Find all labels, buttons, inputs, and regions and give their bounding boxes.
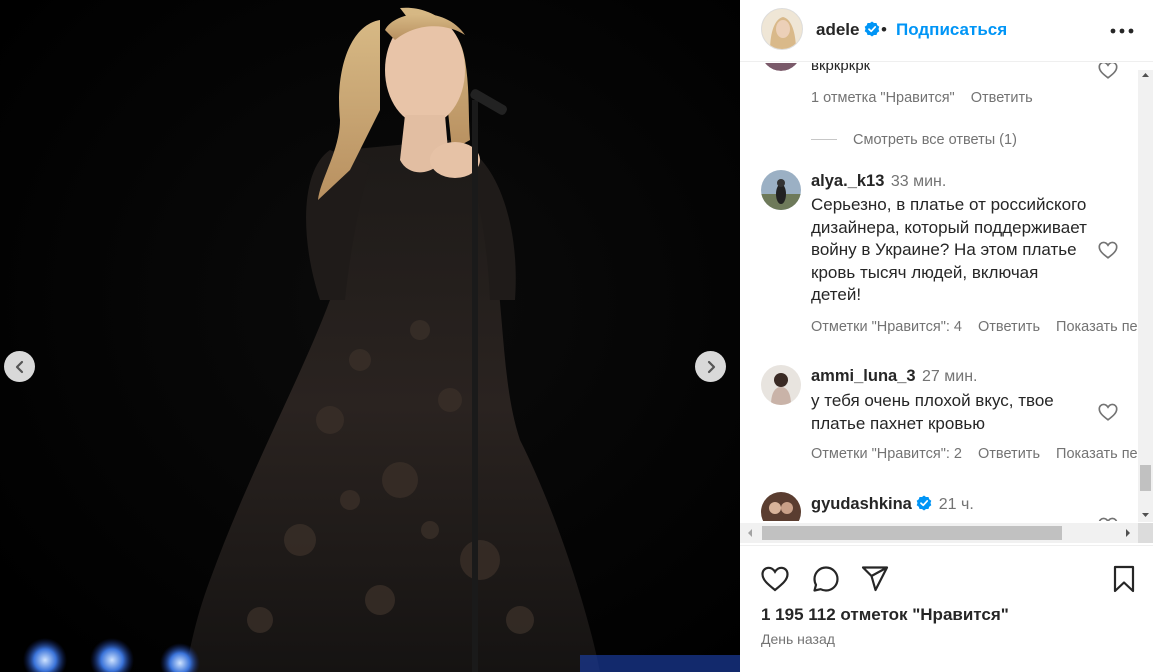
heart-icon[interactable]	[1097, 401, 1119, 423]
post-actions: 1 195 112 отметок "Нравится" День назад	[740, 545, 1153, 672]
post-timestamp[interactable]: День назад	[761, 631, 835, 647]
comment-icon[interactable]	[811, 564, 841, 594]
comment-likes[interactable]: Отметки "Нравится": 4	[811, 319, 962, 335]
comment-header: alya._k13 33 мин.	[811, 172, 946, 191]
heart-icon[interactable]	[760, 564, 790, 594]
chevron-left-icon	[15, 360, 23, 373]
next-photo-button[interactable]	[695, 351, 726, 382]
verified-icon	[917, 495, 932, 511]
avatar[interactable]	[761, 492, 801, 521]
reply-button[interactable]: Ответить	[978, 446, 1040, 462]
comment-text: у тебя очень плохой вкус, твое платье па…	[811, 391, 1054, 433]
post-media	[0, 0, 740, 672]
post-photo	[0, 0, 740, 672]
reply-button[interactable]: Ответить	[978, 319, 1040, 335]
comment-header: gyudashkina 21 ч.	[811, 495, 974, 514]
comment-time[interactable]: 33 мин.	[891, 173, 946, 190]
comment-username[interactable]: ammi_luna_3	[811, 367, 916, 385]
comment-time[interactable]: 21 ч.	[939, 496, 974, 513]
comment-time[interactable]: 27 мин.	[922, 368, 977, 385]
heart-icon[interactable]	[1097, 239, 1119, 261]
share-icon[interactable]	[860, 564, 890, 594]
comment-username[interactable]: gyudashkina	[811, 495, 912, 513]
previous-photo-button[interactable]	[4, 351, 35, 382]
comment-meta: Отметки "Нравится": 4 Ответить Показать …	[811, 319, 1153, 335]
verified-icon	[864, 21, 880, 37]
avatar[interactable]	[761, 365, 801, 405]
post-side-panel: adele • Подписаться вкркркрк 1 отметка "…	[740, 0, 1153, 672]
post-header: adele • Подписаться	[740, 0, 1153, 62]
comment-emoji	[811, 517, 863, 521]
heart-icon[interactable]	[1097, 515, 1119, 521]
header-separator: •	[881, 20, 887, 39]
author-username[interactable]: adele	[816, 20, 880, 40]
more-options-icon	[1110, 28, 1134, 34]
comment-username[interactable]: alya._k13	[811, 172, 884, 190]
comment-likes[interactable]: 1 отметка "Нравится"	[811, 90, 955, 106]
author-avatar[interactable]	[761, 8, 803, 50]
bookmark-icon[interactable]	[1109, 564, 1139, 594]
comment-meta: 1 отметка "Нравится" Ответить	[811, 90, 1045, 106]
view-replies-button[interactable]: Смотреть все ответы (1)	[853, 132, 1017, 148]
reply-button[interactable]: Ответить	[971, 90, 1033, 106]
more-options-button[interactable]	[1109, 18, 1135, 44]
avatar[interactable]	[761, 63, 801, 71]
comments-vertical-scrollbar[interactable]	[1138, 70, 1153, 522]
comments-horizontal-scrollbar[interactable]	[740, 523, 1138, 543]
comment-text: Серьезно, в платье от российского дизайн…	[811, 195, 1087, 304]
comment-meta: Отметки "Нравится": 2 Ответить Показать …	[811, 446, 1153, 462]
chevron-right-icon	[707, 360, 715, 373]
comment-header: ammi_luna_3 27 мин.	[811, 367, 977, 386]
comment-likes[interactable]: Отметки "Нравится": 2	[811, 446, 962, 462]
scrollbar-corner	[1138, 523, 1153, 543]
likes-count[interactable]: 1 195 112 отметок "Нравится"	[761, 605, 1009, 625]
follow-button[interactable]: Подписаться	[896, 20, 1007, 40]
replies-divider	[811, 139, 837, 140]
comment-text: вкркркрк	[811, 63, 871, 74]
heart-icon[interactable]	[1097, 63, 1119, 81]
avatar[interactable]	[761, 170, 801, 210]
comments-list[interactable]: вкркркрк 1 отметка "Нравится" Ответить С…	[740, 63, 1153, 521]
